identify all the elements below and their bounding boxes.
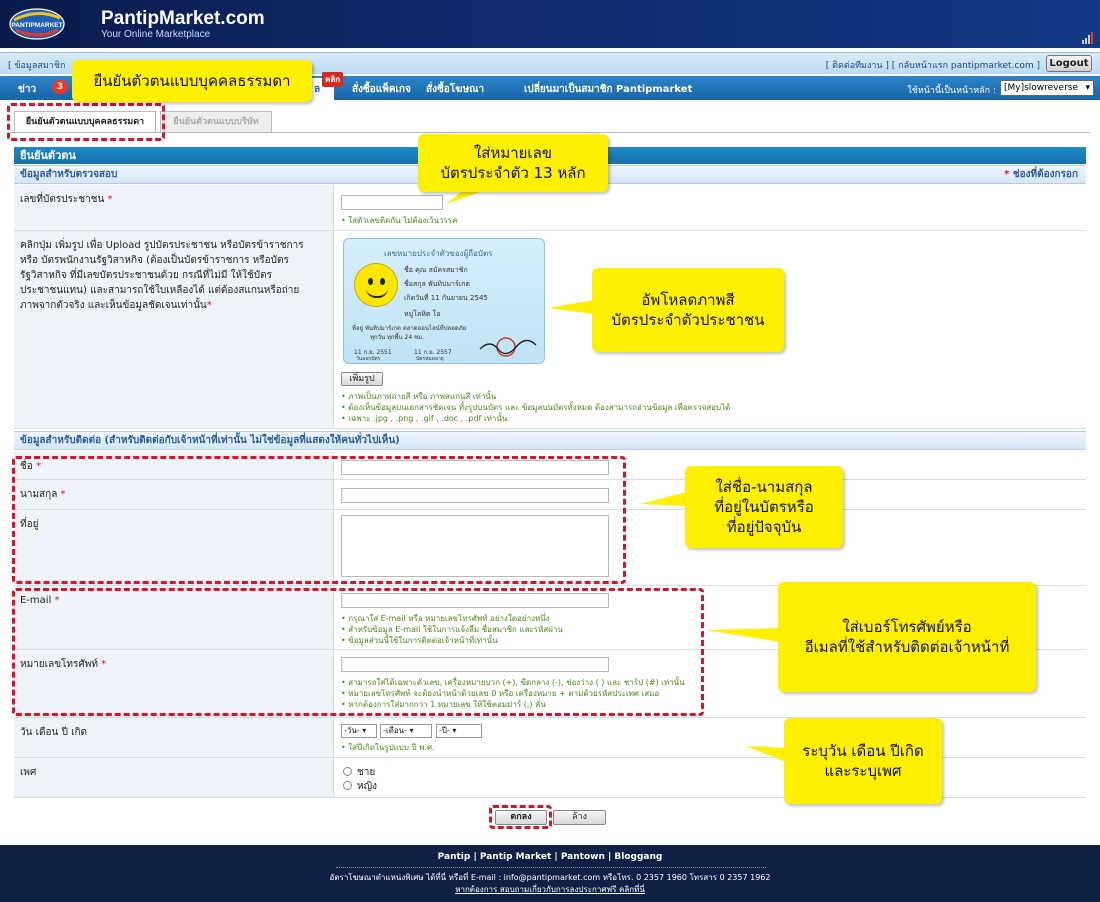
callout-name-address: ใส่ชื่อ-นามสกุล ที่อยู่ในบัตรหรือ ที่อยู… (685, 466, 843, 548)
callout-id-number: ใส่หมายเลข บัตรประจำตัว 13 หลัก (418, 134, 608, 192)
callout-individual: ยืนยันตัวตนแบบบุคคลธรรมดา (72, 60, 312, 102)
callout-contact: ใส่เบอร์โทรศัพย์หรือ อีเมลที่ใช้สำหรับติ… (778, 582, 1036, 692)
callout-upload: อัพโหลดภาพสี บัตรประจำตัวประชาชน (592, 268, 784, 352)
callout-birth-gender: ระบุวัน เดือน ปีเกิด และระบุเพศ (784, 718, 942, 804)
